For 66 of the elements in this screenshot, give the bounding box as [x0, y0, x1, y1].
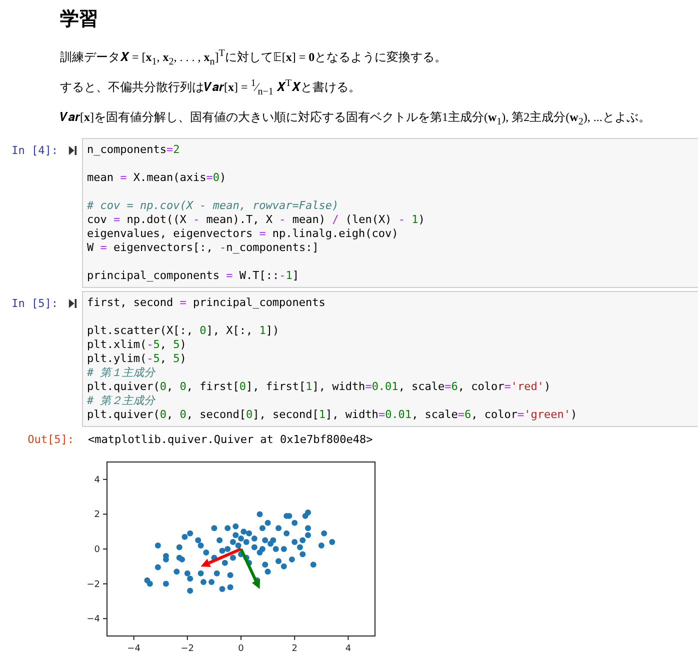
x-tick-label: 4 [345, 644, 352, 654]
y-tick-label: 4 [94, 476, 100, 486]
input-prompt: In [4]: [10, 143, 58, 158]
run-icon[interactable] [68, 298, 77, 310]
data-point [219, 586, 226, 592]
data-point [154, 542, 161, 549]
data-point [288, 556, 295, 563]
code-line: plt.quiver(0, 0, second[0], second[1], width=0.01, scale=6, color='green') [87, 408, 578, 422]
code-line: first, second = principal_components [87, 296, 326, 310]
y-tick-label: 2 [94, 510, 100, 520]
x-tick-label: 2 [292, 644, 298, 654]
x-tick-label: 0 [238, 644, 244, 654]
data-point [310, 562, 316, 568]
data-point [280, 546, 287, 552]
data-point [187, 588, 194, 594]
data-point [222, 560, 228, 566]
data-point [284, 530, 290, 536]
code-editor[interactable] [82, 291, 698, 428]
code-line: mean = X.mean(axis=0) [87, 171, 226, 184]
code-line: eigenvalues, eigenvectors = np.linalg.eigh(cov) [87, 227, 398, 240]
data-point [321, 530, 328, 536]
x-tick-label: −4 [127, 644, 140, 654]
code-line: plt.scatter(X[:, 0], X[:, 1]) [87, 324, 280, 338]
data-point [227, 584, 234, 590]
code-line: principal_components = W.T[::-1] [87, 269, 299, 282]
data-point [211, 525, 218, 532]
code-line: n_components=2 [87, 143, 180, 156]
data-point [214, 570, 220, 577]
data-point [200, 579, 206, 586]
data-point [232, 524, 239, 530]
code-line: plt.ylim(-5, 5) [87, 352, 186, 366]
code-line: cov = np.dot((X - mean).T, X - mean) / (len(X) - 1) [87, 213, 425, 226]
data-point [230, 554, 236, 561]
x-tick-label: −2 [180, 644, 194, 654]
data-point [318, 542, 324, 549]
y-tick-label: −4 [86, 614, 100, 625]
output-prompt: Out[5]: [26, 433, 75, 446]
code-line: W = eigenvectors[:, -n_components:] [87, 241, 319, 254]
code-line: # cov = np.cov(X - mean, rowvar=False) [87, 199, 339, 212]
paragraph: 𝑽𝒂𝒓[x]を固有値分解し、固有値の大きい順に対応する固有ベクトルを第1主成分(w$_{1}$), 第2主成分(w$_{2}$), ...とよぶ。 [60, 108, 652, 128]
code-line: # 第１主成分 [87, 366, 156, 380]
data-point [329, 539, 336, 546]
section-heading: 学習 [60, 7, 99, 32]
code-editor[interactable] [82, 138, 698, 288]
code-line: # 第２主成分 [87, 394, 156, 408]
data-point [224, 525, 231, 532]
data-point [176, 544, 182, 550]
code-line: plt.xlim(-5, 5) [87, 338, 186, 352]
data-point [174, 568, 180, 575]
data-point [208, 579, 215, 586]
input-prompt: In [5]: [10, 296, 58, 310]
code-line: plt.quiver(0, 0, first[0], first[1], width=0.01, scale=6, color='red') [87, 380, 551, 394]
y-tick-label: −2 [86, 580, 100, 590]
data-point [276, 525, 282, 532]
data-point [227, 572, 234, 578]
data-point [216, 537, 223, 544]
paragraph: すると、不偏共分散行列は𝑽𝒂𝒓[x] = $^{1}$⁄$_{n−1}$ 𝑿$^{T}$𝑿と書ける。 [60, 78, 362, 98]
output-text: <matplotlib.quiver.Quiver at 0x1e7bf800e48> [88, 433, 373, 446]
data-point [211, 554, 218, 561]
y-tick-label: 0 [94, 545, 100, 556]
paragraph: 訓練データ𝑿 = [x$_{1}$, x$_{2}$, . . . , x$_{n}$]$^{T}$に対して𝔼[x] = 0となるように変換する。 [60, 48, 448, 68]
data-point [154, 564, 161, 570]
data-point [256, 511, 263, 518]
run-icon[interactable] [68, 145, 77, 156]
data-point [162, 580, 169, 587]
data-point [198, 570, 204, 577]
